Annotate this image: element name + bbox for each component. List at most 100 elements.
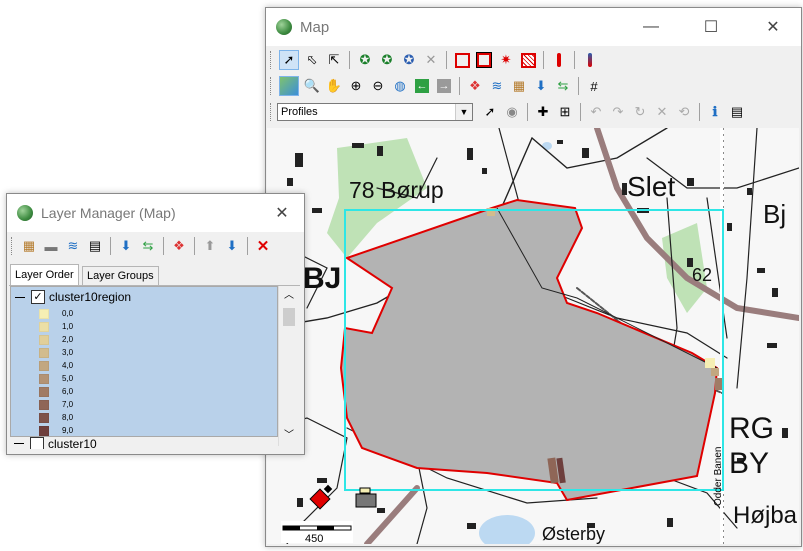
clear-selection-icon[interactable]: ✕ <box>422 51 440 69</box>
category-item: 8,0 <box>39 411 73 424</box>
marquee-icon[interactable] <box>550 51 568 69</box>
minimize-button[interactable]: — <box>628 8 674 46</box>
map-label-osterby: Østerby <box>542 524 605 544</box>
select-feature-icon[interactable]: ⬁ <box>303 51 321 69</box>
map-titlebar[interactable]: Map — ☐ ✕ <box>266 8 801 46</box>
layer-visibility-checkbox[interactable] <box>30 437 44 449</box>
category-swatch <box>39 373 49 384</box>
layer-control-icon[interactable] <box>279 76 299 96</box>
category-label: 2,0 <box>62 335 74 344</box>
category-item: 9,0 <box>39 424 74 436</box>
rotate-icon[interactable]: ↻ <box>631 103 649 121</box>
map-window: Map — ☐ ✕ ➚ ⬁ ⇱ ✪ ✪ ✪ ✕ ✷ 🔍 ✋ ⊕ ⊖ ◍ ← → <box>265 7 802 547</box>
select-all-icon[interactable]: ✪ <box>378 51 396 69</box>
edit-node-icon[interactable]: ◉ <box>503 103 521 121</box>
collapse-toggle-icon[interactable] <box>15 296 25 298</box>
back-arrow-icon[interactable]: ← <box>413 77 431 95</box>
layer-list[interactable]: ✓ cluster10region 0,0 1,0 2,0 3,0 4,0 5,0 6,0 7… <box>10 286 278 437</box>
select-arrow-icon[interactable]: ➚ <box>279 50 299 70</box>
pan-hand-icon[interactable]: ✋ <box>325 77 343 95</box>
globe-icon[interactable]: ◍ <box>391 77 409 95</box>
layers-icon[interactable]: ≋ <box>488 77 506 95</box>
chevron-down-icon[interactable]: ▼ <box>455 104 472 120</box>
reset-icon[interactable]: ⟲ <box>675 103 693 121</box>
add-layer-down-icon[interactable]: ⬇ <box>532 77 550 95</box>
toolbar-grip[interactable] <box>270 103 274 121</box>
tab-layer-groups[interactable]: Layer Groups <box>82 266 159 285</box>
radius-select-icon[interactable] <box>475 51 493 69</box>
edit-select-icon[interactable]: ➚ <box>481 103 499 121</box>
boundary-select-icon[interactable] <box>519 51 537 69</box>
layer-visibility-checkbox[interactable]: ✓ <box>31 290 45 304</box>
layer-properties-icon[interactable]: ▦ <box>20 237 38 255</box>
scroll-thumb[interactable] <box>283 308 295 326</box>
scroll-down-icon[interactable]: ﹀ <box>279 428 299 444</box>
polygon-select-icon[interactable]: ✷ <box>497 51 515 69</box>
select-list-icon[interactable]: ⇱ <box>325 51 343 69</box>
layer-style-icon[interactable]: ≋ <box>64 237 82 255</box>
remove-layer-icon[interactable]: ✕ <box>254 237 272 255</box>
map-label-hojba: Højba <box>733 502 798 529</box>
attribute-table-icon[interactable]: ▤ <box>728 103 746 121</box>
category-marker <box>705 358 715 368</box>
undo-icon[interactable]: ↶ <box>587 103 605 121</box>
layer-row-cluster10region[interactable]: ✓ cluster10region <box>11 289 277 305</box>
refresh-icon[interactable]: ⇆ <box>554 77 572 95</box>
add-point-icon[interactable]: ✚ <box>534 103 552 121</box>
forward-arrow-icon[interactable]: → <box>435 77 453 95</box>
collapse-toggle-icon[interactable] <box>14 443 24 444</box>
zoom-window-icon[interactable]: 🔍 <box>303 77 321 95</box>
grid-icon[interactable]: # <box>585 77 603 95</box>
zoom-out-icon[interactable]: ⊖ <box>369 77 387 95</box>
layer-manager-titlebar[interactable]: Layer Manager (Map) ✕ <box>7 194 304 232</box>
attribute-table-icon[interactable]: ▤ <box>86 237 104 255</box>
info-icon[interactable]: ℹ <box>706 103 724 121</box>
marquee-multi-icon[interactable] <box>581 51 599 69</box>
layer-row-cluster10[interactable]: cluster10 <box>10 437 278 449</box>
layer-name: cluster10 <box>48 437 97 449</box>
toolbar-grip[interactable] <box>270 51 274 69</box>
layer-list-scrollbar[interactable]: ︿ ﹀ <box>278 286 299 446</box>
delete-icon[interactable]: ✕ <box>653 103 671 121</box>
rectangle-select-icon[interactable] <box>453 51 471 69</box>
close-button[interactable]: ✕ <box>750 8 796 46</box>
app-logo-icon <box>17 205 33 221</box>
scale-value: 450 <box>305 533 323 544</box>
close-button[interactable]: ✕ <box>262 194 302 232</box>
select-layer-icon[interactable]: ✪ <box>356 51 374 69</box>
edit-toolbar: Profiles ▼ ➚ ◉ ✚ ⊞ ↶ ↷ ↻ ✕ ⟲ ℹ ▤ <box>266 100 801 124</box>
map-label-rg: RG <box>729 412 774 445</box>
open-layer-icon[interactable]: ▬ <box>42 237 60 255</box>
zoom-in-icon[interactable]: ⊕ <box>347 77 365 95</box>
map-label-bj: Bj <box>763 199 786 229</box>
toolbar-grip[interactable] <box>11 237 15 255</box>
category-swatch <box>39 308 49 319</box>
move-up-icon[interactable]: ⬆ <box>201 237 219 255</box>
redo-icon[interactable]: ↷ <box>609 103 627 121</box>
layer-properties-icon[interactable]: ▦ <box>510 77 528 95</box>
toolbar-grip[interactable] <box>270 77 274 95</box>
profiles-select[interactable]: Profiles ▼ <box>277 103 473 121</box>
category-swatch <box>39 412 49 423</box>
scroll-up-icon[interactable]: ︿ <box>279 288 299 304</box>
add-theme-icon[interactable]: ❖ <box>170 237 188 255</box>
category-item: 3,0 <box>39 346 73 359</box>
category-label: 4,0 <box>62 361 74 370</box>
category-item: 4,0 <box>39 359 73 372</box>
category-label: 9,0 <box>62 426 74 435</box>
add-layer-down-icon[interactable]: ⬇ <box>117 237 135 255</box>
maximize-button[interactable]: ☐ <box>688 8 734 46</box>
tab-layer-order[interactable]: Layer Order <box>10 264 79 285</box>
category-item: 2,0 <box>39 333 73 346</box>
move-down-icon[interactable]: ⬇ <box>223 237 241 255</box>
add-feature-icon[interactable]: ⊞ <box>556 103 574 121</box>
map-canvas[interactable]: 78 Børup Slet Bj 62 BJ RG BY Højba Øster… <box>267 128 799 544</box>
category-swatch <box>39 425 49 436</box>
category-label: 8,0 <box>62 413 74 422</box>
category-label: 5,0 <box>62 374 74 383</box>
refresh-icon[interactable]: ⇆ <box>139 237 157 255</box>
select-region-icon[interactable]: ✪ <box>400 51 418 69</box>
category-item: 7,0 <box>39 398 73 411</box>
add-theme-icon[interactable]: ❖ <box>466 77 484 95</box>
category-label: 1,0 <box>62 322 74 331</box>
